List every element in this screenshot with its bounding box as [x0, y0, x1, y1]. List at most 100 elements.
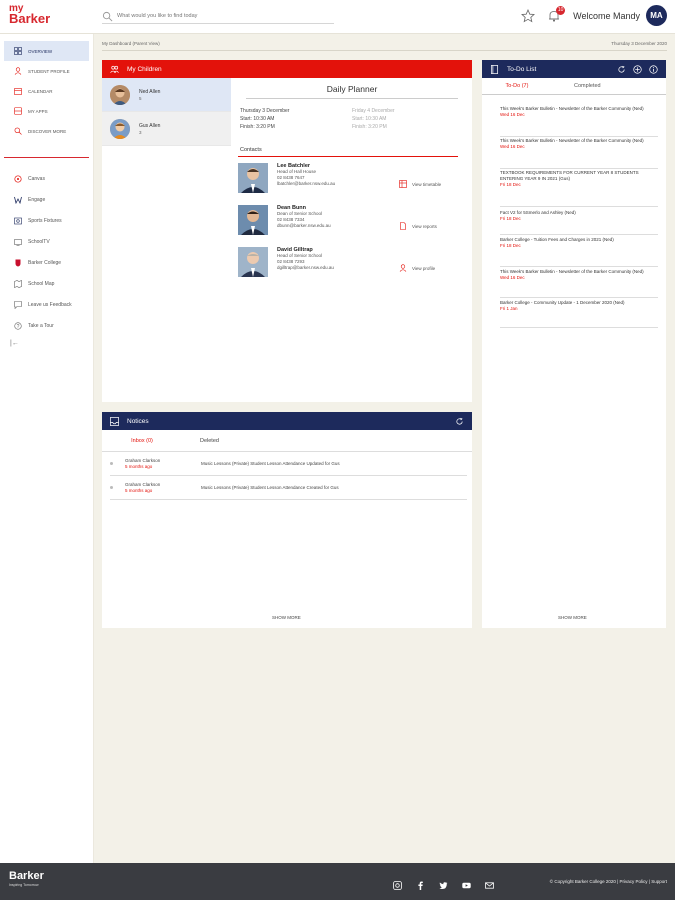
search-bar [102, 9, 334, 24]
sidebar-link-feedback[interactable]: Leave us Feedback [4, 294, 89, 315]
planner-today: Thursday 3 December Start: 10:30 AM Fini… [240, 107, 352, 131]
notices-header: Notices [102, 412, 472, 430]
current-date: Thursday 3 December 2020 [611, 41, 667, 46]
footer-brand: Barker [9, 870, 44, 882]
sidebar-item-overview[interactable]: OVERVIEW [4, 41, 89, 61]
tab-todo[interactable]: To-Do (7) [482, 83, 552, 89]
instagram-icon[interactable] [393, 877, 402, 890]
sidebar-link-label: School Map [28, 280, 55, 287]
sidebar-item-student-profile[interactable]: STUDENT PROFILE [4, 61, 89, 81]
sidebar-link-label: Engage [28, 196, 46, 203]
my-children-header: My Children [102, 60, 472, 78]
contact-info: Lee Batchler Head of Hall House 02 8438 … [277, 163, 399, 203]
todo-item[interactable]: This Week's Barker Bulletin - Newsletter… [500, 106, 658, 137]
canvas-icon [14, 174, 22, 183]
refresh-icon[interactable] [455, 417, 464, 426]
sidebar-item-label: STUDENT PROFILE [28, 68, 70, 74]
collapse-sidebar-button[interactable]: |← [0, 340, 93, 347]
notification-badge: 10 [556, 5, 566, 15]
youtube-icon[interactable] [462, 877, 471, 889]
child-year: 3 [139, 129, 142, 135]
sidebar-item-label: OVERVIEW [28, 48, 53, 54]
todo-item[interactable]: This Week's Barker Bulletin - Newsletter… [500, 269, 658, 298]
day-label: Thursday 3 December [240, 108, 290, 114]
planner-days: Thursday 3 December Start: 10:30 AM Fini… [238, 99, 466, 131]
tab-inbox[interactable]: Inbox (0) [102, 438, 182, 444]
facebook-icon[interactable] [416, 877, 425, 890]
notices-show-more-button[interactable]: SHOW MORE [272, 615, 301, 620]
action-label: View timetable [412, 181, 442, 187]
sidebar-link-schooltv[interactable]: SchoolTV [4, 231, 89, 252]
notice-age: 5 months ago [125, 463, 153, 469]
tab-completed[interactable]: Completed [552, 83, 601, 89]
breadcrumb: My Dashboard (Parent View) [102, 41, 160, 46]
svg-text:?: ? [17, 323, 20, 329]
sidebar-link-engage[interactable]: Engage [4, 189, 89, 210]
notice-row[interactable]: Graham Clarkson 5 months ago Music Lesso… [110, 452, 467, 476]
sidebar-link-take-a-tour[interactable]: ? Take a Tour [4, 315, 89, 336]
sidebar-link-label: Leave us Feedback [28, 301, 72, 308]
timetable-icon [399, 180, 407, 188]
twitter-icon[interactable] [439, 877, 448, 889]
logo-brand: Barker [9, 11, 51, 26]
todo-show-more-button[interactable]: SHOW MORE [558, 615, 587, 620]
children-list: Ned Allen 5 Gus Allen 3 [102, 78, 231, 146]
map-icon [14, 279, 22, 288]
child-item[interactable]: Gus Allen 3 [102, 112, 231, 146]
todo-item[interactable]: TEXTBOOK REQUIREMENTS FOR CURRENT YEAR 8… [500, 170, 658, 207]
sidebar-link-barker-college[interactable]: Barker College [4, 252, 89, 273]
user-avatar[interactable]: MA [646, 5, 667, 26]
contact-email[interactable]: dgilltrap@barker.nsw.edu.au [277, 265, 399, 271]
footer-logo[interactable]: Barker Inspiring Tomorrow [9, 870, 44, 890]
inbox-icon [110, 416, 119, 426]
day-start: Start: 10:30 AM [240, 116, 275, 122]
info-icon[interactable] [649, 65, 658, 74]
engage-icon [14, 196, 22, 204]
email-icon[interactable] [485, 877, 494, 889]
sidebar-item-discover-more[interactable]: DISCOVER MORE [4, 121, 89, 141]
todo-item[interactable]: Barker College - Tuition Fees and Charge… [500, 237, 658, 267]
contact-item: Lee Batchler Head of Hall House 02 8438 … [238, 163, 466, 203]
welcome-text: Welcome Mandy [573, 10, 640, 21]
calendar-icon [14, 88, 22, 95]
feedback-icon [14, 300, 22, 309]
footer-copyright[interactable]: © Copyright Barker College 2020 | Privac… [550, 879, 667, 884]
todo-item[interactable]: Fact V2 for 5Smerlo and Ashley (Ned) Fri… [500, 210, 658, 235]
app-logo[interactable]: my Barker [9, 4, 51, 26]
sidebar-divider [4, 157, 89, 158]
star-icon[interactable] [521, 8, 536, 23]
sidebar-item-calendar[interactable]: CALENDAR [4, 81, 89, 101]
refresh-icon[interactable] [617, 65, 626, 74]
view-timetable-link[interactable]: View timetable [399, 165, 441, 203]
help-icon: ? [14, 321, 22, 329]
todo-header: To-Do List [482, 60, 666, 78]
sidebar-item-my-apps[interactable]: MY APPS [4, 101, 89, 121]
contact-photo [238, 163, 268, 193]
tab-deleted[interactable]: Deleted [182, 438, 219, 444]
todo-card: To-Do List To-Do (7) Completed This Week… [482, 60, 666, 628]
notifications-button[interactable]: 10 [547, 5, 566, 23]
sidebar-link-canvas[interactable]: Canvas [4, 168, 89, 189]
search-icon [14, 127, 22, 135]
contact-photo [238, 205, 268, 235]
search-input[interactable] [117, 13, 317, 19]
child-avatar [110, 84, 130, 105]
card-title: My Children [127, 65, 162, 73]
add-icon[interactable] [633, 65, 642, 74]
action-label: View reports [412, 223, 437, 229]
notice-row[interactable]: Graham Clarkson 5 months ago Music Lesso… [110, 476, 467, 500]
todo-title: TEXTBOOK REQUIREMENTS FOR CURRENT YEAR 8… [500, 170, 639, 181]
contact-email[interactable]: dbunn@barker.nsw.edu.au [277, 223, 399, 229]
child-item[interactable]: Ned Allen 5 [102, 78, 231, 112]
todo-item[interactable]: Barker College - Community Update - 1 De… [500, 300, 658, 328]
todo-item[interactable]: This Week's Barker Bulletin - Newsletter… [500, 138, 658, 169]
contact-email[interactable]: lbatchler@barker.nsw.edu.au [277, 181, 399, 187]
sidebar-link-label: Canvas [28, 175, 45, 182]
view-profile-link[interactable]: View profile [399, 249, 435, 287]
sidebar-link-school-map[interactable]: School Map [4, 273, 89, 294]
view-reports-link[interactable]: View reports [399, 207, 437, 245]
sidebar-link-sports-fixtures[interactable]: Sports Fixtures [4, 210, 89, 231]
header-actions: 10 Welcome Mandy MA [521, 5, 667, 26]
todo-due: Fri 18 Dec [500, 243, 521, 248]
contact-info: Dean Bunn Dean of Senior School 02 8438 … [277, 205, 399, 245]
